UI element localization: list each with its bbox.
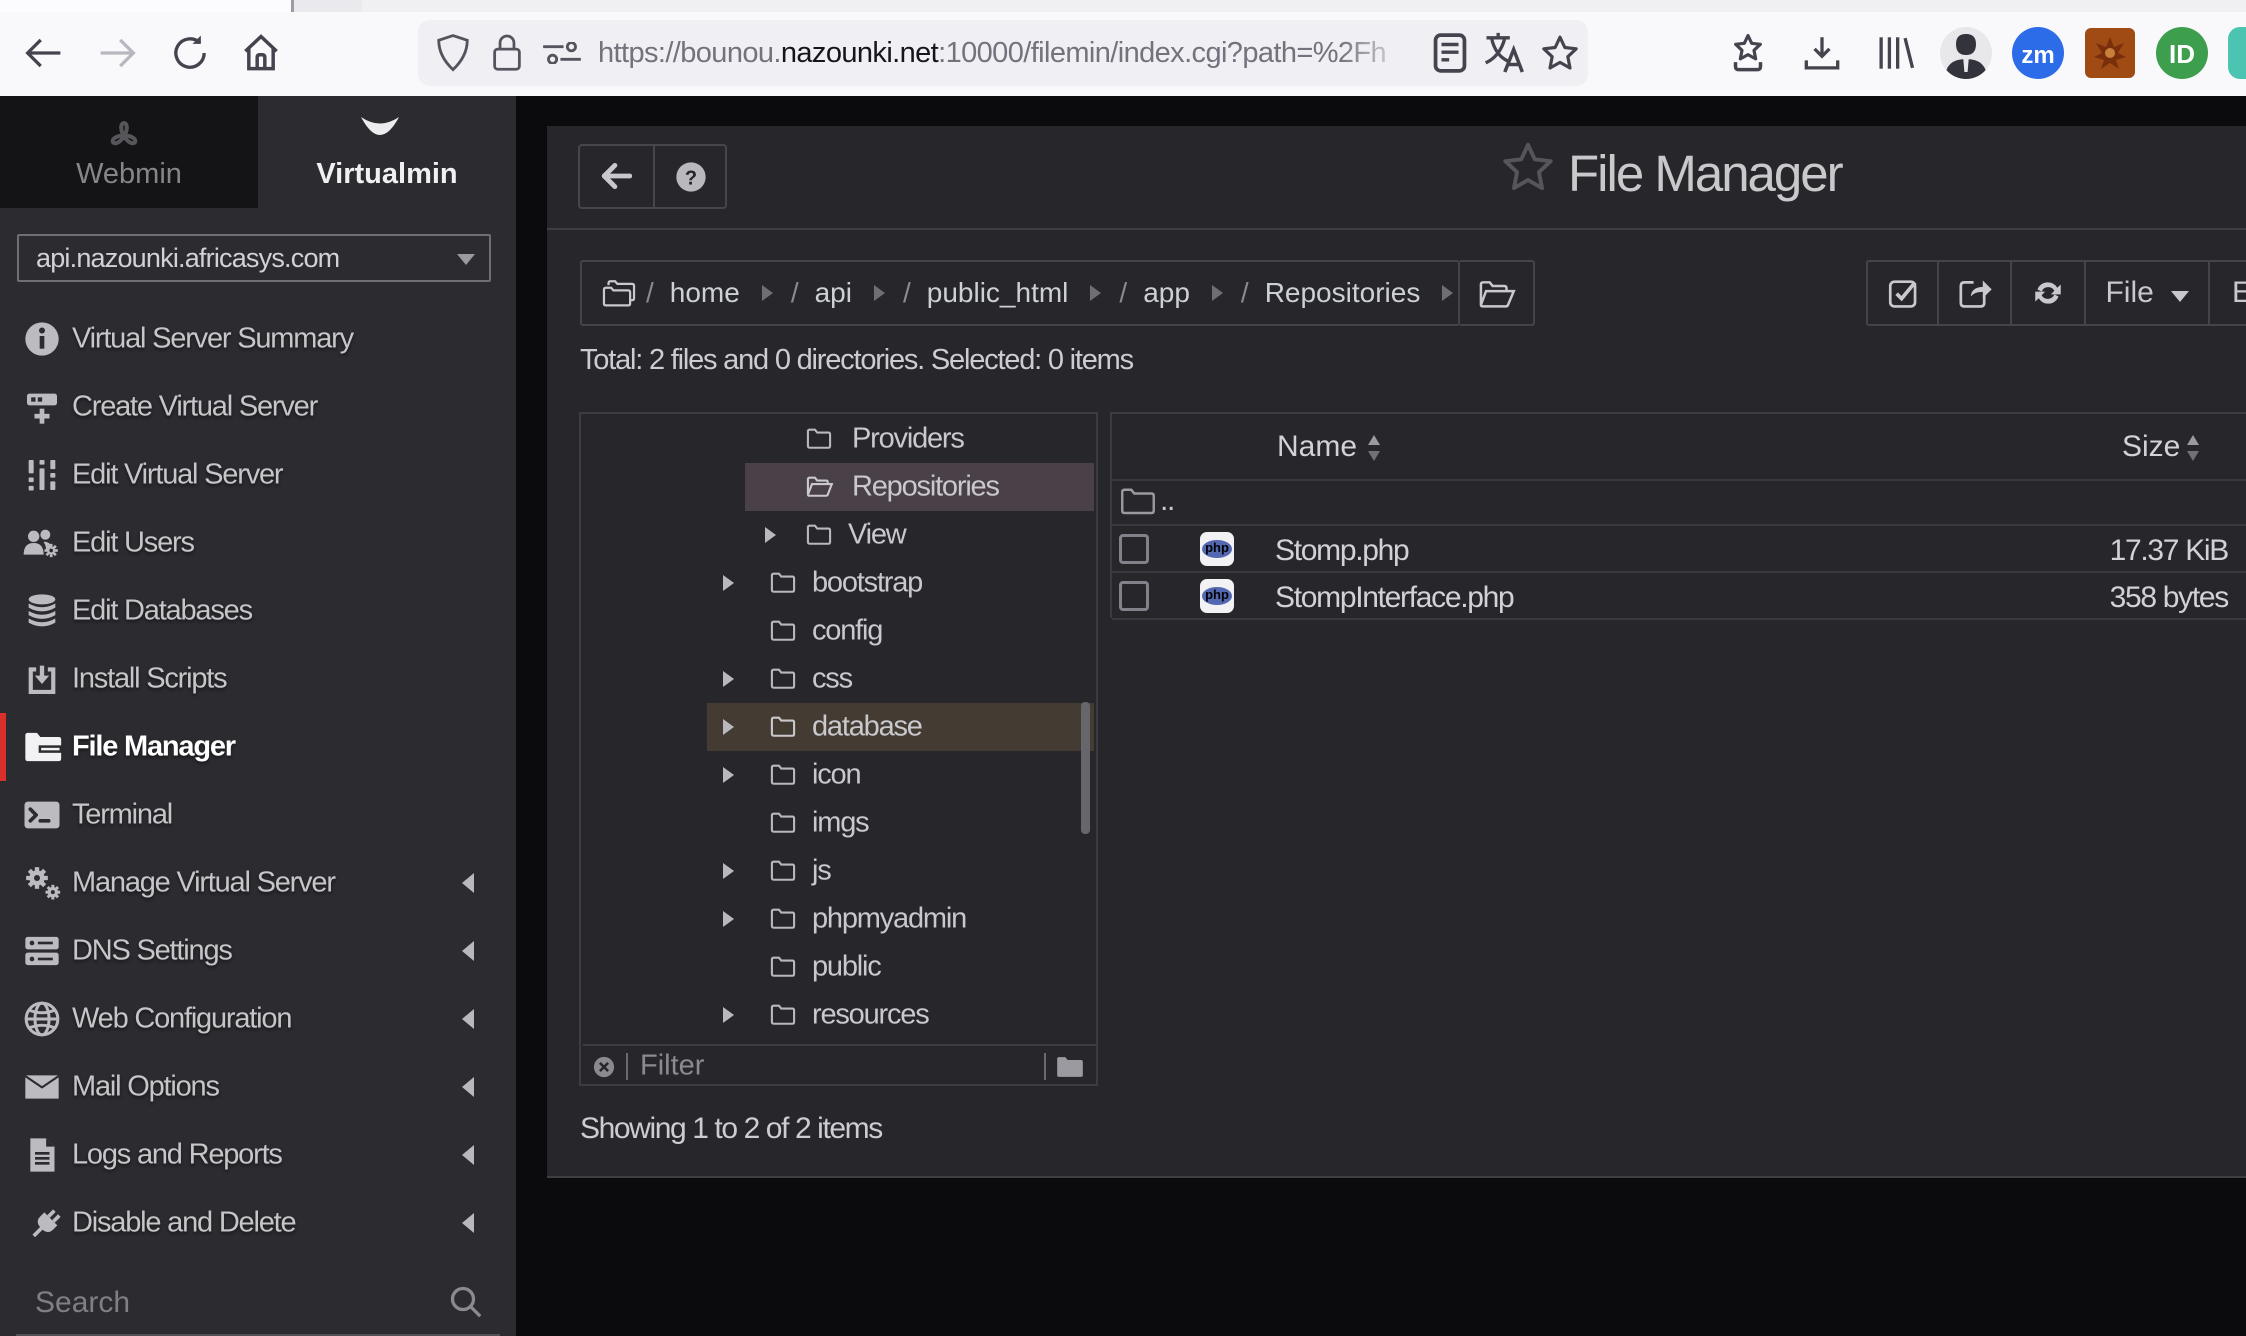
svg-text:?: ?	[685, 167, 697, 189]
svg-text:ID: ID	[2169, 39, 2195, 69]
svg-text:zm: zm	[2021, 42, 2054, 69]
